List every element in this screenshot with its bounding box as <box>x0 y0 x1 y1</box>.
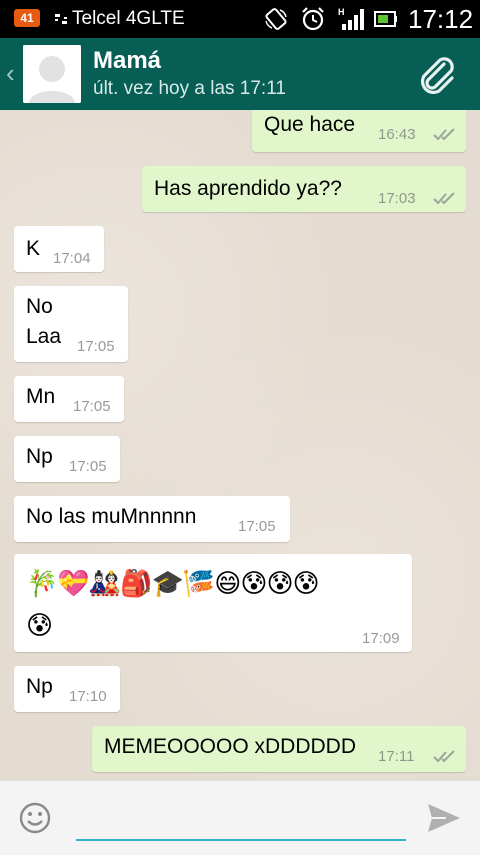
signal-strength-icon: H <box>338 7 364 30</box>
message-text: Has aprendido ya?? <box>154 177 342 200</box>
message-text: 🎋💝🎎🎒🎓🎏😄😰😰😰 😰 <box>26 568 320 640</box>
composer-bar <box>0 780 480 855</box>
message-outgoing[interactable]: MEMEOOOOO xDDDDDD 17:11 <box>92 726 466 772</box>
message-time: 17:05 <box>77 338 115 355</box>
message-time: 17:09 <box>362 630 400 647</box>
message-incoming[interactable]: 🎋💝🎎🎒🎓🎏😄😰😰😰 😰 17:09 <box>14 554 412 652</box>
battery-icon <box>374 11 397 27</box>
double-check-icon <box>433 128 455 141</box>
message-incoming[interactable]: No las muMnnnnn 17:05 <box>14 496 290 542</box>
message-list[interactable]: Que hace 16:43 Has aprendido ya?? 17:03 … <box>0 110 480 780</box>
message-input[interactable] <box>76 803 406 841</box>
alarm-icon <box>302 7 324 31</box>
status-bar: 41 Telcel 4GLTE H 17:12 <box>0 0 480 38</box>
message-outgoing[interactable]: Que hace 16:43 <box>252 110 466 152</box>
chat-header[interactable]: ‹ Mamá últ. vez hoy a las 17:11 <box>0 38 480 110</box>
avatar[interactable] <box>23 45 81 103</box>
message-incoming[interactable]: K 17:04 <box>14 226 104 272</box>
message-time: 17:05 <box>73 398 111 415</box>
double-check-icon <box>433 192 455 205</box>
carrier-name: Telcel 4GLTE <box>72 8 185 29</box>
message-time: 17:05 <box>238 518 276 535</box>
message-text: Mn <box>26 385 56 408</box>
smiley-icon[interactable] <box>18 801 52 835</box>
notification-badge: 41 <box>14 9 40 27</box>
message-text: MEMEOOOOO xDDDDDD <box>104 735 356 758</box>
message-text: Np <box>26 675 53 698</box>
message-time: 17:03 <box>378 190 416 207</box>
double-check-icon <box>433 750 455 763</box>
clock: 17:12 <box>408 4 474 34</box>
message-text: Np <box>26 445 53 468</box>
message-time: 17:05 <box>69 458 107 475</box>
contact-name[interactable]: Mamá <box>93 47 161 75</box>
message-outgoing[interactable]: Has aprendido ya?? 17:03 <box>142 166 466 212</box>
message-time: 16:43 <box>378 126 416 143</box>
default-avatar-icon <box>23 45 81 103</box>
message-time: 17:10 <box>69 688 107 705</box>
message-time: 17:04 <box>53 250 91 267</box>
message-incoming[interactable]: Np 17:10 <box>14 666 120 712</box>
data-transfer-icon <box>55 14 67 24</box>
screen-rotation-icon <box>265 8 287 30</box>
message-incoming[interactable]: Mn 17:05 <box>14 376 124 422</box>
last-seen-status: últ. vez hoy a las 17:11 <box>93 78 286 99</box>
network-type-label: H <box>338 7 345 17</box>
paperclip-icon[interactable] <box>414 52 460 98</box>
message-incoming[interactable]: Np 17:05 <box>14 436 120 482</box>
message-text: Que hace <box>264 113 356 136</box>
message-text: No Laa <box>26 295 62 348</box>
message-time: 17:11 <box>378 748 415 765</box>
back-chevron-icon[interactable]: ‹ <box>6 60 15 86</box>
message-text: K <box>26 237 41 260</box>
message-text: No las muMnnnnn <box>26 505 197 528</box>
send-icon[interactable] <box>426 801 462 835</box>
message-incoming[interactable]: No Laa 17:05 <box>14 286 128 362</box>
